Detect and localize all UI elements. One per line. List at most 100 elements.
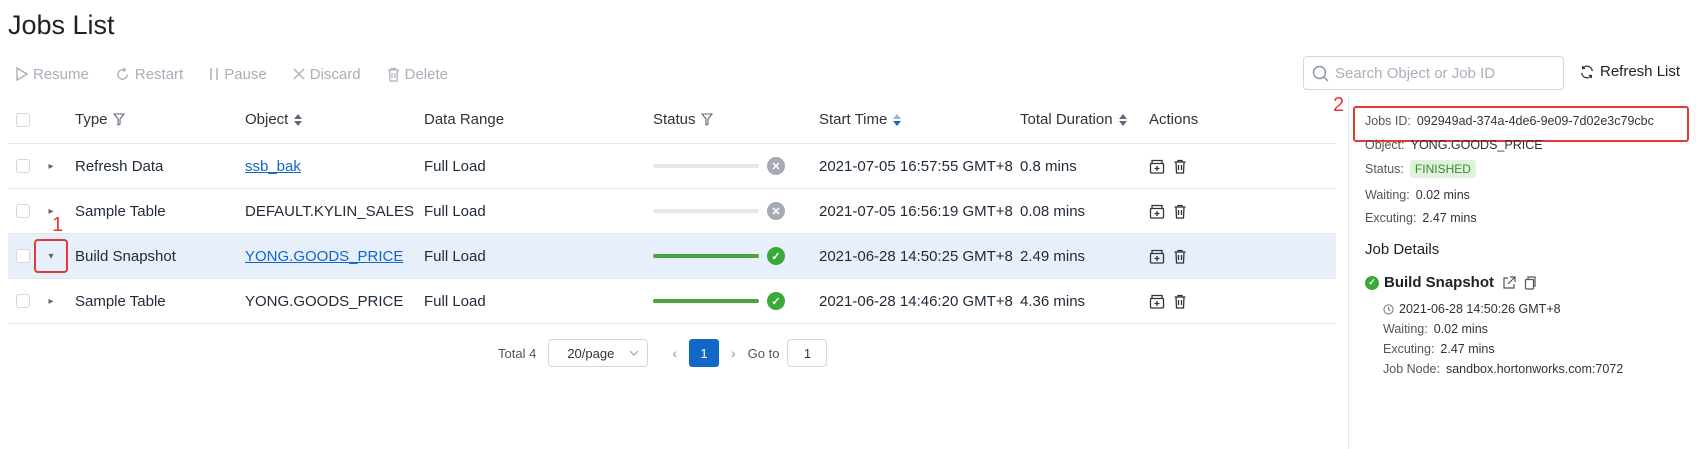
external-link-icon[interactable] <box>1502 275 1516 290</box>
jobs-table: Type Object Data Range Status Start Time… <box>8 96 1336 324</box>
job-step-name: Build Snapshot <box>1384 274 1494 291</box>
step-waiting-label: Waiting: <box>1383 322 1428 336</box>
close-icon <box>293 68 305 80</box>
job-object: DEFAULT.KYLIN_SALES <box>245 202 414 220</box>
step-executing-label: Excuting: <box>1383 342 1435 356</box>
page-size-select[interactable]: 20/page <box>548 339 649 367</box>
discard-button[interactable]: Discard <box>293 66 361 83</box>
job-start-time: 2021-07-05 16:57:55 GMT+8 <box>819 157 1013 175</box>
check-circle-icon: ✓ <box>1365 275 1379 290</box>
archive-icon[interactable] <box>1149 159 1165 174</box>
step-executing-line: Excuting: 2.47 mins <box>1383 342 1495 356</box>
job-duration: 2.49 mins <box>1020 247 1086 265</box>
job-duration: 0.8 mins <box>1020 157 1077 175</box>
next-page-button[interactable]: › <box>731 345 736 361</box>
job-data-range: Full Load <box>424 292 486 310</box>
table-row[interactable]: ▸ Sample Table DEFAULT.KYLIN_SALES Full … <box>8 189 1336 234</box>
resume-button[interactable]: Resume <box>16 66 89 83</box>
job-detail-panel: 2 Jobs ID: 092949ad-374a-4de6-9e09-7d02e… <box>1333 94 1701 449</box>
restart-button[interactable]: Restart <box>115 66 183 83</box>
executing-line: Excuting: 2.47 mins <box>1365 211 1477 225</box>
job-object-link[interactable]: ssb_bak <box>245 158 301 175</box>
sort-icon[interactable] <box>294 113 303 126</box>
job-object-link[interactable]: YONG.GOODS_PRICE <box>245 248 403 265</box>
trash-icon[interactable] <box>1173 204 1187 219</box>
job-type: Sample Table <box>75 292 166 310</box>
progress-bar <box>653 209 759 213</box>
column-header-object[interactable]: Object <box>245 96 303 143</box>
table-row[interactable]: ▸ Sample Table YONG.GOODS_PRICE Full Loa… <box>8 279 1336 324</box>
table-row-selected[interactable]: ▾ Build Snapshot YONG.GOODS_PRICE Full L… <box>8 234 1336 279</box>
step-waiting-value: 0.02 mins <box>1433 322 1488 336</box>
column-data-range-label: Data Range <box>424 111 505 128</box>
status-badge: FINISHED <box>1409 160 1476 178</box>
column-header-data-range: Data Range <box>424 96 504 143</box>
refresh-list-button[interactable]: Refresh List <box>1580 63 1680 80</box>
trash-icon[interactable] <box>1173 159 1187 174</box>
sort-icon[interactable] <box>1118 113 1127 126</box>
column-header-start-time[interactable]: Start Time <box>819 96 902 143</box>
select-all-checkbox[interactable] <box>16 112 30 127</box>
progress-bar <box>653 254 759 258</box>
expand-row-button[interactable]: ▸ <box>34 284 68 318</box>
job-type: Sample Table <box>75 202 166 220</box>
job-type: Build Snapshot <box>75 247 176 265</box>
archive-icon[interactable] <box>1149 204 1165 219</box>
row-checkbox[interactable] <box>16 204 30 218</box>
trash-icon[interactable] <box>1173 294 1187 309</box>
sort-icon[interactable] <box>893 113 902 126</box>
column-start-time-label: Start Time <box>819 111 888 128</box>
expand-row-button[interactable]: ▸ <box>34 149 68 183</box>
filter-icon[interactable] <box>112 113 125 126</box>
job-start-time: 2021-06-28 14:50:25 GMT+8 <box>819 247 1013 265</box>
refresh-list-label: Refresh List <box>1600 63 1681 80</box>
object-line: Object: YONG.GOODS_PRICE <box>1365 138 1543 152</box>
step-waiting-line: Waiting: 0.02 mins <box>1383 322 1488 336</box>
page-number-current[interactable]: 1 <box>688 339 719 367</box>
table-row[interactable]: ▸ Refresh Data ssb_bak Full Load ✕ 2021-… <box>8 144 1336 189</box>
job-object: YONG.GOODS_PRICE <box>245 292 404 310</box>
table-header-row: Type Object Data Range Status Start Time… <box>8 96 1336 144</box>
x-circle-icon: ✕ <box>767 202 785 220</box>
job-actions-toolbar: Resume Restart Pause Discard Delete <box>16 63 474 85</box>
status-line: Status: FINISHED <box>1365 160 1476 178</box>
row-checkbox[interactable] <box>16 294 30 308</box>
pause-icon <box>210 68 218 80</box>
delete-button[interactable]: Delete <box>387 66 448 83</box>
search-box[interactable] <box>1303 56 1564 90</box>
annotation-number-1: 1 <box>52 214 64 236</box>
restart-label: Restart <box>134 65 184 83</box>
filter-icon[interactable] <box>700 113 713 126</box>
copy-icon[interactable] <box>1524 275 1536 290</box>
search-input[interactable] <box>1335 64 1550 82</box>
check-circle-icon: ✓ <box>767 247 785 265</box>
row-actions <box>1149 189 1195 233</box>
job-id-label: Jobs ID: <box>1365 114 1411 128</box>
check-circle-icon: ✓ <box>767 292 785 310</box>
column-header-type: Type <box>75 96 125 143</box>
job-id-line: Jobs ID: 092949ad-374a-4de6-9e09-7d02e3c… <box>1365 114 1654 128</box>
job-start-time: 2021-07-05 16:56:19 GMT+8 <box>819 202 1013 220</box>
prev-page-button[interactable]: ‹ <box>672 345 677 361</box>
row-checkbox[interactable] <box>16 159 30 173</box>
waiting-label: Waiting: <box>1365 188 1410 202</box>
waiting-line: Waiting: 0.02 mins <box>1365 188 1470 202</box>
job-id-value: 092949ad-374a-4de6-9e09-7d02e3c79cbc <box>1416 114 1654 128</box>
pagination-total: Total 4 <box>498 345 537 361</box>
trash-icon[interactable] <box>1173 249 1187 264</box>
expand-row-button[interactable]: ▾ <box>34 239 68 273</box>
pause-label: Pause <box>224 65 267 83</box>
object-label: Object: <box>1365 138 1405 152</box>
row-actions <box>1149 279 1195 323</box>
column-header-total-duration[interactable]: Total Duration <box>1020 96 1127 143</box>
job-type: Refresh Data <box>75 157 164 175</box>
goto-page-input[interactable]: 1 <box>787 339 828 367</box>
trash-icon <box>387 67 399 82</box>
archive-icon[interactable] <box>1149 294 1165 309</box>
job-status: ✓ <box>653 234 785 278</box>
column-actions-label: Actions <box>1149 111 1199 128</box>
pause-button[interactable]: Pause <box>209 66 267 83</box>
row-checkbox[interactable] <box>16 249 30 263</box>
progress-bar <box>653 164 759 168</box>
archive-icon[interactable] <box>1149 249 1165 264</box>
